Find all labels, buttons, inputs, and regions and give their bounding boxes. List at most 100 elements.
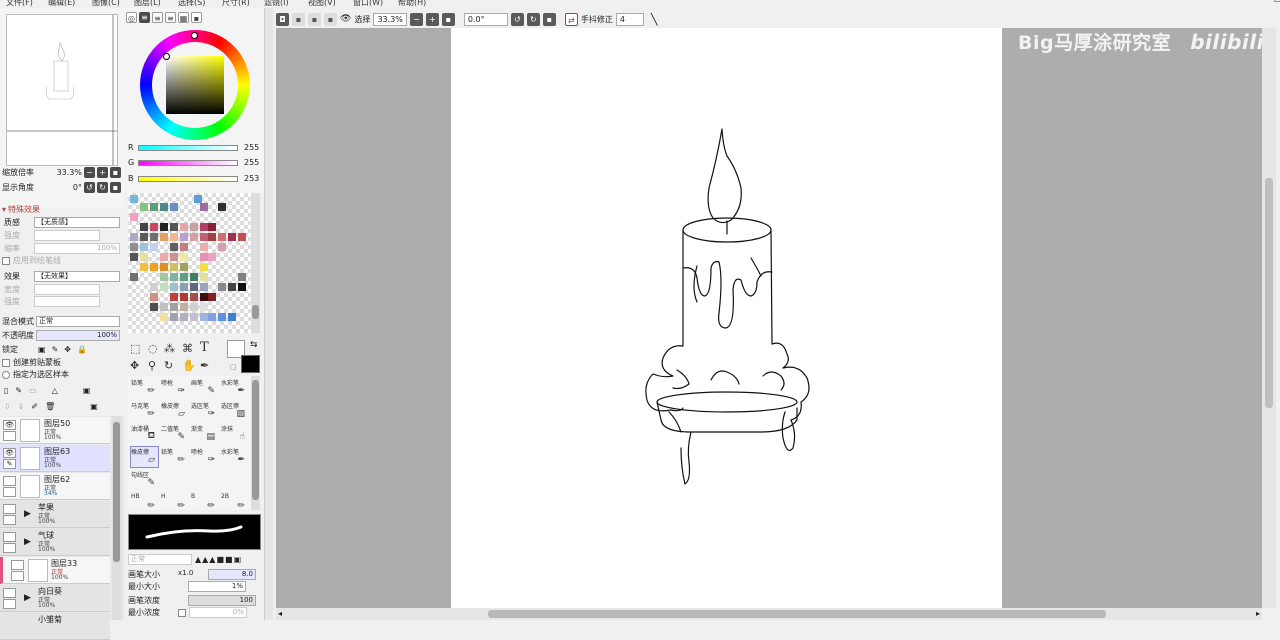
tool-cell[interactable]: 橡皮擦 ▱ (160, 400, 189, 422)
eye-icon[interactable] (3, 532, 16, 542)
hue-handle[interactable] (191, 32, 198, 39)
tool-scrollbar[interactable] (251, 376, 260, 510)
swatch[interactable] (180, 233, 188, 241)
saturation-value-square[interactable] (166, 56, 224, 114)
swatch[interactable] (140, 203, 148, 211)
swatch[interactable] (190, 303, 198, 311)
swatch[interactable] (208, 253, 216, 261)
hue-wheel[interactable] (140, 30, 250, 140)
layer-scroll-thumb[interactable] (113, 422, 120, 562)
swatch[interactable] (140, 243, 148, 251)
swatch[interactable] (180, 253, 188, 261)
swatch[interactable] (200, 243, 208, 251)
menu-filter[interactable]: 滤镜(I) (264, 0, 289, 8)
rotate-right-button[interactable]: ↻ (97, 182, 108, 193)
menu-help[interactable]: 帮助(H) (398, 0, 426, 8)
lock-paint-icon[interactable]: ✎ (52, 345, 59, 354)
swatch[interactable] (190, 223, 198, 231)
swatch[interactable] (200, 283, 208, 291)
tool-cell[interactable]: 勾线区 ✎ (130, 469, 159, 491)
lock-move-icon[interactable]: ✥ (64, 345, 71, 354)
layer-item[interactable]: 图层62 正常 34% (0, 473, 110, 500)
swatch[interactable] (208, 223, 216, 231)
layer-down-icon[interactable]: ▣ (90, 402, 98, 411)
eye-icon[interactable] (3, 588, 16, 598)
swatch[interactable] (238, 273, 246, 281)
tool-cell[interactable]: H ✏ (160, 492, 189, 514)
lasso-icon[interactable]: ◌ (148, 342, 158, 355)
menu-size[interactable]: 尺寸(R) (222, 0, 250, 8)
swatch[interactable] (200, 223, 208, 231)
swatch[interactable] (170, 293, 178, 301)
strength-slider[interactable] (34, 230, 100, 241)
eyedropper-icon[interactable]: ✒ (200, 359, 209, 372)
swatch[interactable] (140, 233, 148, 241)
rgb-mode-icon[interactable]: ≡ (139, 12, 150, 23)
scratch-mode-icon[interactable]: ▪ (191, 12, 202, 23)
stabilizer-select[interactable]: 4 (615, 12, 644, 26)
swatch[interactable] (170, 203, 178, 211)
swatch[interactable] (150, 283, 158, 291)
new-layer-icon[interactable]: ▯ (4, 386, 8, 395)
lock-icon[interactable] (3, 431, 16, 441)
flip-horizontal-icon[interactable]: ⇄ (564, 12, 578, 26)
tool-cell[interactable]: 二值笔 ✎ (160, 423, 189, 445)
blend-mode-select[interactable]: 正常 (36, 316, 120, 327)
swatch[interactable] (180, 223, 188, 231)
drawing-canvas[interactable] (451, 28, 1002, 608)
swatch[interactable] (200, 233, 208, 241)
tool-cell[interactable]: 2B ✏ (220, 492, 249, 514)
tool-cell[interactable]: 油漆桶 ⛾ (130, 423, 159, 445)
swatch[interactable] (228, 233, 236, 241)
swatch[interactable] (190, 293, 198, 301)
intensity-slider[interactable] (34, 296, 100, 307)
layer-menu-icon[interactable]: ▣ (83, 386, 91, 395)
swatch[interactable] (170, 313, 178, 321)
rotate-ccw-icon[interactable]: ↺ (510, 12, 524, 26)
swatch[interactable] (130, 213, 138, 221)
swatch[interactable] (218, 283, 226, 291)
brush-mode-select[interactable]: 正常 (128, 554, 192, 565)
delete-layer-icon[interactable]: 🗑 (45, 402, 55, 411)
swatch[interactable] (180, 293, 188, 301)
layer-folder[interactable]: 小雏菊 (0, 613, 110, 640)
swatch[interactable] (208, 313, 216, 321)
mixer-mode-icon[interactable]: ≡ (165, 12, 176, 23)
zoom-field[interactable]: 33.3% (373, 12, 407, 26)
swatch[interactable] (130, 233, 138, 241)
transparent-color-icon[interactable]: ▢ (230, 363, 237, 371)
rotate-left-button[interactable]: ↺ (84, 182, 95, 193)
layer-folder[interactable]: ▶ 气球 正常 100% (0, 529, 110, 556)
rotate-cw-icon[interactable]: ↻ (526, 12, 540, 26)
swatch[interactable] (200, 203, 208, 211)
zoom-out-icon[interactable]: − (409, 12, 423, 26)
horizontal-scroll-thumb[interactable] (488, 610, 1106, 618)
min-density-checkbox[interactable] (178, 608, 186, 617)
layer-item[interactable]: 👁 图层50 正常 100% (0, 417, 110, 444)
swatch[interactable] (200, 253, 208, 261)
swatch-palette[interactable] (128, 193, 252, 333)
menu-select[interactable]: 选择(S) (178, 0, 205, 8)
swatch[interactable] (194, 195, 202, 203)
chevron-right-icon[interactable]: ▶ (24, 537, 31, 547)
tool-cell[interactable]: 铅笔 ✏ (160, 446, 189, 468)
swatch[interactable] (238, 233, 246, 241)
swap-colors-icon[interactable]: ⇆ (250, 340, 258, 350)
lock-icon[interactable] (11, 571, 24, 581)
layer-folder[interactable]: ▶ 苹果 正常 100% (0, 501, 110, 528)
close-button[interactable]: ✕ (1274, 0, 1280, 3)
b-slider[interactable] (138, 176, 238, 182)
tool-cell[interactable]: 渐变 ▤ (190, 423, 219, 445)
tool-scroll-thumb[interactable] (252, 380, 259, 500)
swatch[interactable] (160, 283, 168, 291)
menu-window[interactable]: 窗口(W) (353, 0, 383, 8)
swatch[interactable] (150, 243, 158, 251)
pencil-icon[interactable]: ✎ (3, 459, 16, 469)
tool-cell[interactable]: 铅笔 ✏ (130, 377, 159, 399)
angle-field[interactable]: 0.0° (463, 12, 508, 26)
density-value[interactable]: 100 (188, 595, 256, 606)
tool-cell[interactable]: 喷枪 ✑ (190, 446, 219, 468)
background-color-swatch[interactable] (241, 355, 260, 373)
swatch[interactable] (150, 263, 158, 271)
clear-layer-icon[interactable]: ✐ (31, 402, 38, 411)
